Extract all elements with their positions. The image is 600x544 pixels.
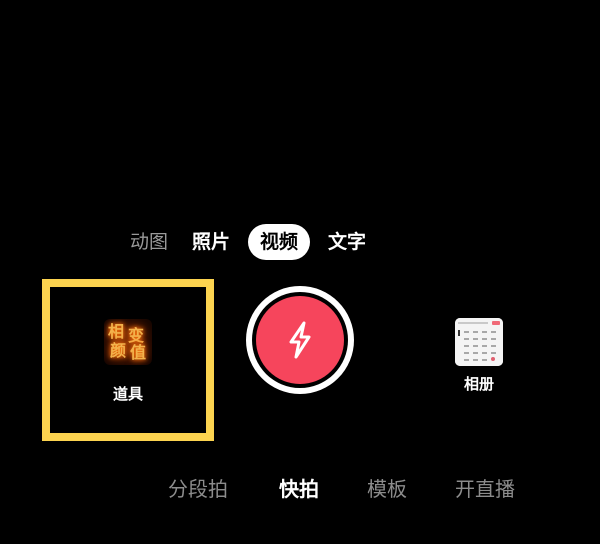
mode-template[interactable]: 模板	[367, 474, 407, 504]
lightning-icon	[289, 321, 311, 359]
tab-gif[interactable]: 动图	[124, 224, 180, 260]
mode-quick-shot[interactable]: 快拍	[279, 474, 319, 504]
tab-photo[interactable]: 照片	[180, 224, 242, 260]
mode-segmented[interactable]: 分段拍	[168, 474, 228, 504]
props-thumb-glyph: 值	[130, 343, 147, 362]
tab-text[interactable]: 文字	[316, 224, 378, 260]
album-thumbnail[interactable]	[455, 318, 503, 366]
props-label: 道具	[112, 385, 143, 403]
bottom-mode-bar: 分段拍 快拍 模板 开直播	[0, 474, 600, 504]
album-preview-icon	[455, 318, 503, 366]
props-thumb-glyph: 颜	[110, 341, 127, 360]
capture-mode-tabs: 动图 照片 视频 文字	[124, 224, 378, 260]
props-button[interactable]: 相 变 颜 值 道具	[42, 279, 214, 441]
props-thumb-glyph: 相	[108, 322, 125, 341]
album-label: 相册	[463, 375, 494, 393]
shutter-core	[256, 296, 344, 384]
shutter-button[interactable]	[246, 286, 354, 394]
props-thumbnail: 相 变 颜 值	[104, 319, 152, 365]
mode-go-live[interactable]: 开直播	[455, 474, 515, 504]
props-thumb-glyph: 变	[128, 326, 145, 345]
tab-video[interactable]: 视频	[248, 224, 311, 260]
shutter-ring	[252, 292, 348, 388]
